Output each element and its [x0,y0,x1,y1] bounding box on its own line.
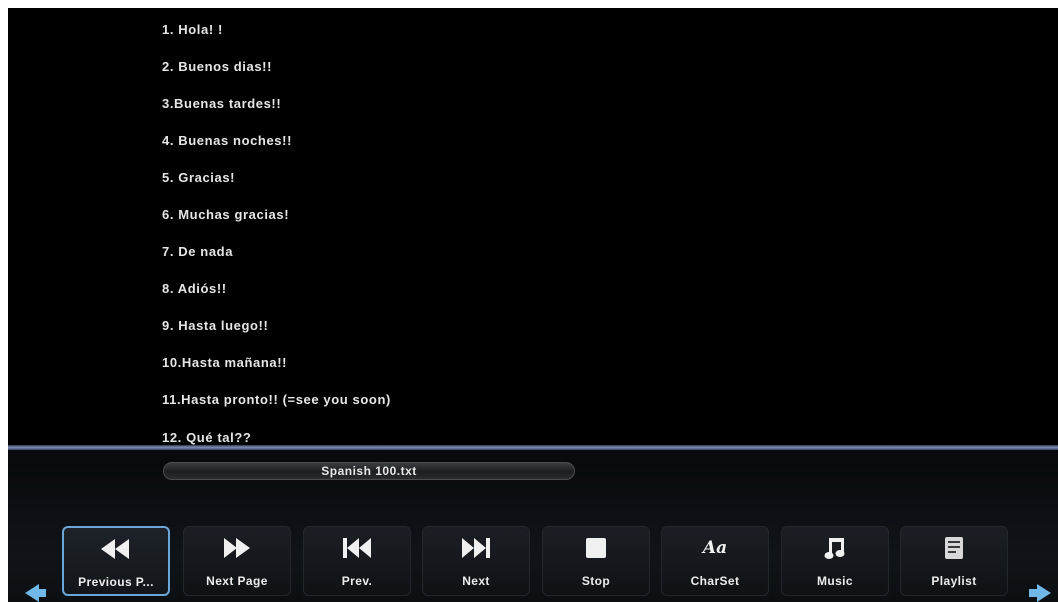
text-line: 10.Hasta mañana!! [162,355,288,370]
skip-previous-icon [304,535,410,561]
stop-label: Stop [581,574,611,588]
music-note-icon [782,535,888,561]
charset-label: CharSet [690,574,740,588]
rewind-icon [64,536,168,562]
text-line: 2. Buenos dias!! [162,59,273,74]
previous-page-label: Previous P... [78,575,154,589]
next-button[interactable]: Next [422,526,530,596]
file-name-bar: Spanish 100.txt [163,462,575,480]
skip-next-icon [423,535,529,561]
playlist-icon [901,535,1007,561]
next-page-label: Next Page [206,574,268,588]
text-line: 3.Buenas tardes!! [162,96,282,111]
text-line: 6. Muchas gracias! [162,207,290,222]
previous-page-button[interactable]: Previous P... [62,526,170,596]
forward-icon [184,535,290,561]
stop-icon [543,535,649,561]
file-name: Spanish 100.txt [321,464,417,478]
playlist-button[interactable]: Playlist [900,526,1008,596]
music-label: Music [816,574,853,588]
prev-label: Prev. [341,574,373,588]
text-line: 4. Buenas noches!! [162,133,292,148]
text-line: 5. Gracias! [162,170,236,185]
text-viewer[interactable]: 1. Hola! ! 2. Buenos dias!! 3.Buenas tar… [8,8,1058,446]
charset-glyph: Aa [702,538,728,558]
stop-button[interactable]: Stop [542,526,650,596]
next-page-button[interactable]: Next Page [183,526,291,596]
text-line: 9. Hasta luego!! [162,318,269,333]
prev-button[interactable]: Prev. [303,526,411,596]
charset-button[interactable]: Aa CharSet [661,526,769,596]
text-line: 1. Hola! ! [162,22,223,37]
next-label: Next [462,574,490,588]
text-line: 12. Qué tal?? [162,430,252,445]
music-button[interactable]: Music [781,526,889,596]
charset-icon: Aa [662,535,768,561]
playlist-label: Playlist [931,574,977,588]
screen: 1. Hola! ! 2. Buenos dias!! 3.Buenas tar… [8,8,1058,602]
text-line: 7. De nada [162,244,234,259]
text-line: 8. Adiós!! [162,281,227,296]
text-line: 11.Hasta pronto!! (=see you soon) [162,392,391,407]
